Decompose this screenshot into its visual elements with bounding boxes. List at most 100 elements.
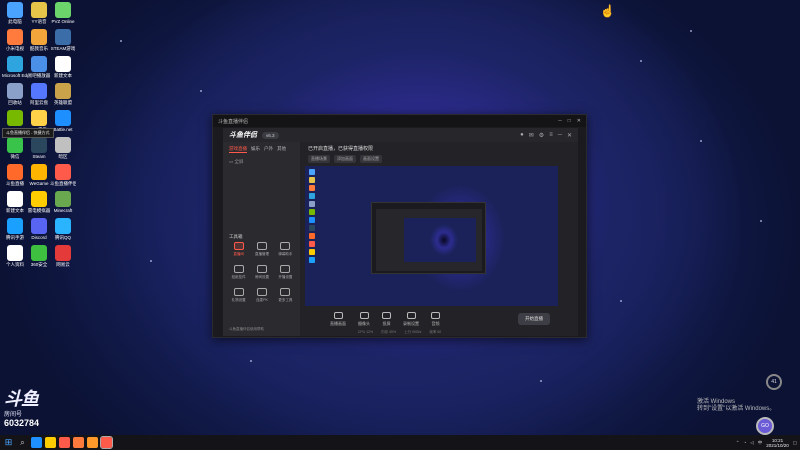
app-icon bbox=[55, 245, 71, 261]
desktop-icon[interactable]: STEAM游戏 bbox=[50, 29, 76, 51]
tool-icon bbox=[233, 265, 244, 273]
tool-item[interactable]: 直播管理 bbox=[250, 242, 273, 257]
tray-arrow-icon[interactable]: ⌃ bbox=[736, 440, 740, 446]
desktop-icon-label: 腾讯QQ bbox=[54, 235, 71, 240]
preview-nested-window bbox=[371, 202, 486, 274]
add-source-button[interactable]: 添加画面 bbox=[334, 155, 356, 163]
cpu-status: CPU 12% bbox=[357, 330, 374, 334]
network-icon[interactable]: ◔ bbox=[744, 440, 747, 445]
app-icon bbox=[31, 110, 47, 126]
tool-item[interactable]: 弹幕助手 bbox=[274, 242, 297, 257]
desktop-icon[interactable]: 新建文本 bbox=[2, 191, 28, 213]
tab-game[interactable]: 游戏直播 bbox=[229, 146, 247, 153]
desktop-icon[interactable]: 个人资料 bbox=[2, 245, 28, 267]
desktop-icon[interactable]: 阿里云盘 bbox=[26, 83, 52, 105]
desktop-icon[interactable]: YY语音 bbox=[26, 2, 52, 24]
tab-entertainment[interactable]: 娱乐 bbox=[251, 146, 260, 153]
app-icon bbox=[55, 56, 71, 72]
app-close-icon[interactable]: ✕ bbox=[567, 132, 572, 139]
desktop-icon[interactable]: 斗鱼直播 bbox=[2, 164, 28, 186]
record-settings-button[interactable]: 录制设置 bbox=[403, 311, 419, 327]
start-button[interactable]: ⊞ bbox=[3, 437, 14, 448]
memory-status: 内存 45% bbox=[381, 329, 397, 334]
scene-button[interactable]: 直播场景 bbox=[308, 155, 330, 163]
desktop-icon[interactable]: 腾讯QQ bbox=[50, 218, 76, 240]
assistant-bubble[interactable]: GO bbox=[756, 417, 774, 435]
desktop-icon[interactable]: Minecraft bbox=[50, 191, 76, 213]
ime-indicator[interactable]: 中 bbox=[758, 440, 763, 446]
desktop-icon[interactable]: 暗区 bbox=[50, 137, 76, 159]
tool-item[interactable]: 直播间 bbox=[227, 242, 250, 257]
desktop-icon[interactable]: Discord bbox=[26, 218, 52, 240]
maximize-button[interactable]: □ bbox=[568, 118, 571, 124]
cast-button[interactable]: 投屏 bbox=[382, 311, 391, 327]
taskbar-app-icon[interactable] bbox=[59, 437, 70, 448]
notification-icon[interactable]: ▢ bbox=[793, 440, 797, 446]
desktop-icon[interactable]: Steam bbox=[26, 137, 52, 159]
taskbar-app-icon[interactable] bbox=[100, 436, 113, 449]
desktop-icon[interactable]: 小米电视 bbox=[2, 29, 28, 51]
desktop-icon[interactable]: 网易云 bbox=[50, 245, 76, 267]
desktop-icon[interactable]: 腾讯手游 bbox=[2, 218, 28, 240]
app-icon bbox=[55, 191, 71, 207]
app-icon bbox=[7, 164, 23, 180]
tool-item[interactable]: 更多工具 bbox=[274, 288, 297, 303]
tool-item[interactable]: 礼物设置 bbox=[227, 288, 250, 303]
tool-item[interactable]: 开播设置 bbox=[274, 265, 297, 280]
taskbar-app-icon[interactable] bbox=[45, 437, 56, 448]
desktop-icon[interactable]: 360安全 bbox=[26, 245, 52, 267]
app-minimize-icon[interactable]: ─ bbox=[558, 132, 562, 139]
search-icon[interactable]: ⌕ bbox=[17, 437, 28, 448]
desktop-icon[interactable]: 回收站 bbox=[2, 83, 28, 105]
tool-item[interactable]: 贴纸挂件 bbox=[227, 265, 250, 280]
taskbar-app-icon[interactable] bbox=[31, 437, 42, 448]
desktop-icon[interactable]: 英雄联盟 bbox=[50, 83, 76, 105]
desktop-icon[interactable]: Microsoft Edge bbox=[2, 56, 28, 78]
live-preview[interactable] bbox=[305, 166, 558, 306]
avatar-icon[interactable]: ● bbox=[520, 132, 524, 139]
audio-button[interactable]: 音频 bbox=[431, 311, 440, 327]
live-studio-window[interactable]: 斗鱼直播伴侣 ─ □ ✕ 斗鱼伴侣 v6.3 ● ✉ ⚙ ≡ ─ ✕ 游戏直播 … bbox=[212, 114, 587, 338]
desktop-icon[interactable]: WeGame bbox=[26, 164, 52, 186]
menu-icon[interactable]: ≡ bbox=[549, 132, 553, 139]
camera-button[interactable]: 摄像头 bbox=[358, 311, 370, 327]
desktop-icon[interactable]: 微信 bbox=[2, 137, 28, 159]
version-badge[interactable]: v6.3 bbox=[262, 131, 279, 139]
tool-icon bbox=[256, 265, 267, 273]
desktop-icon[interactable]: Battle.net bbox=[50, 110, 76, 132]
clock[interactable]: 10:21 2021/10/20 bbox=[766, 438, 789, 448]
desktop-icon[interactable]: 酷我音乐 bbox=[26, 29, 52, 51]
tool-icon bbox=[256, 288, 267, 296]
start-live-button[interactable]: 开始直播 bbox=[518, 313, 550, 325]
tool-item[interactable]: 连麦PK bbox=[250, 288, 273, 303]
desktop-icon[interactable]: 斗鱼直播伴侣 bbox=[50, 164, 76, 186]
desktop-icon[interactable]: 新建文本 bbox=[50, 56, 76, 78]
desktop-icon[interactable]: PVZ Online bbox=[50, 2, 76, 24]
desktop-icon-label: 英雄联盟 bbox=[54, 100, 72, 105]
desktop-icon-label: 阿里云盘 bbox=[30, 100, 48, 105]
minimize-button[interactable]: ─ bbox=[558, 118, 562, 124]
performance-widget[interactable]: 41 bbox=[766, 374, 782, 390]
tab-outdoor[interactable]: 户外 bbox=[264, 146, 273, 153]
taskbar-app-icon[interactable] bbox=[73, 437, 84, 448]
desktop-icon[interactable]: 雷电模拟器 bbox=[26, 191, 52, 213]
tool-item[interactable]: 房间设置 bbox=[250, 265, 273, 280]
live-screen-button[interactable]: 直播画面 bbox=[330, 311, 346, 327]
desktop-icon[interactable]: 易吧播放器 bbox=[26, 56, 52, 78]
taskbar-apps bbox=[31, 436, 113, 449]
app-header: 斗鱼伴侣 v6.3 ● ✉ ⚙ ≡ ─ ✕ bbox=[223, 128, 578, 142]
tool-label: 礼物设置 bbox=[231, 298, 246, 302]
source-settings-button[interactable]: 画面设置 bbox=[360, 155, 382, 163]
tab-other[interactable]: 其他 bbox=[277, 146, 286, 153]
taskbar-app-icon[interactable] bbox=[87, 437, 98, 448]
close-button[interactable]: ✕ bbox=[577, 118, 581, 124]
fullscreen-source[interactable]: ▭ 全屏 bbox=[223, 157, 300, 167]
settings-icon[interactable]: ⚙ bbox=[539, 132, 544, 139]
desktop-icon[interactable]: 此电脑 bbox=[2, 2, 28, 24]
message-icon[interactable]: ✉ bbox=[529, 132, 534, 139]
desktop-icon-label: 腾讯手游 bbox=[6, 235, 24, 240]
volume-icon[interactable]: ◁ bbox=[750, 440, 753, 446]
tool-label: 直播间 bbox=[233, 252, 244, 256]
desktop-icon-label: 回收站 bbox=[8, 100, 22, 105]
window-titlebar[interactable]: 斗鱼直播伴侣 ─ □ ✕ bbox=[213, 115, 586, 127]
